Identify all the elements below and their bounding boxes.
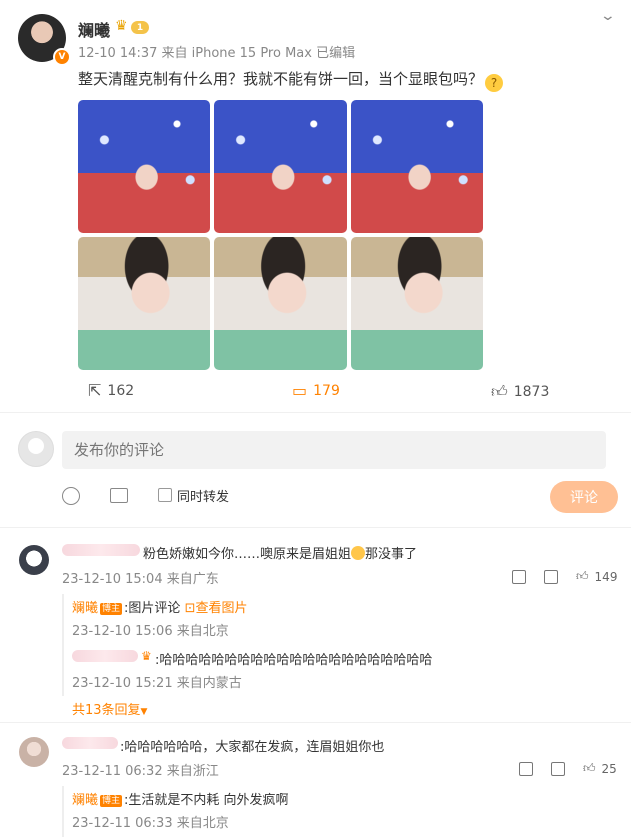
comment-actions: 👍︎ 149 — [512, 569, 617, 584]
comment-icon: ▭ — [292, 381, 308, 400]
commenter-avatar[interactable] — [19, 545, 49, 575]
crown-icon: ♛ — [115, 18, 128, 34]
comment-text: 粉色娇嫩如今你……噢原来是眉姐姐 那没事了 — [143, 543, 417, 562]
like-count: 1873 — [513, 384, 550, 400]
thumbs-up-icon: 👍︎ — [576, 569, 589, 583]
comment-like-count: 149 — [594, 569, 618, 584]
comment-text-tail: 那没事了 — [365, 547, 418, 562]
commenter-name[interactable] — [62, 544, 140, 556]
share-icon: ⇱ — [88, 381, 102, 400]
share-icon[interactable] — [512, 569, 526, 584]
reply-icon[interactable] — [544, 569, 558, 584]
repost-checkbox[interactable] — [158, 488, 172, 502]
repost-button[interactable]: ⇱ 162 — [88, 381, 134, 400]
reply-content: :图片评论 — [124, 601, 181, 616]
comment-text: :哈哈哈哈哈哈，大家都在发疯，连眉姐姐你也 — [120, 740, 385, 755]
reply-text: 斓曦 博主:生活就是不内耗 向外发疯啊 — [72, 789, 289, 808]
commenter-name[interactable] — [62, 737, 118, 749]
post-photo-1[interactable] — [78, 100, 210, 233]
submit-comment-button[interactable]: 评论 — [550, 481, 618, 513]
post-photo-2[interactable] — [214, 100, 347, 233]
reply-content: :生活就是不内耗 向外发疯啊 — [124, 793, 289, 808]
post-meta: 12-10 14:37 来自 iPhone 15 Pro Max 已编辑 — [78, 46, 356, 61]
comment-like-count: 25 — [601, 761, 617, 776]
thinking-emoji-icon: ? — [485, 74, 504, 92]
thumbs-up-icon: 👍︎ — [583, 761, 596, 775]
reply-thread-line — [62, 594, 64, 696]
view-image-link[interactable]: ⊡查看图片 — [185, 601, 248, 616]
more-replies-link[interactable]: 共13条回复▼ — [72, 699, 147, 718]
chevron-down-icon[interactable]: ⌄ — [600, 8, 616, 24]
view-image-label: 查看图片 — [195, 601, 248, 616]
host-badge: 博主 — [100, 603, 123, 615]
repost-count: 162 — [107, 382, 135, 399]
reply-thread-line — [62, 786, 64, 837]
divider — [0, 722, 631, 723]
comment-actions: 👍︎ 25 — [519, 761, 617, 776]
post-photo-3[interactable] — [351, 100, 483, 233]
post-photo-4[interactable] — [78, 237, 210, 370]
post-photo-5[interactable] — [214, 237, 347, 370]
reply-author[interactable]: 斓曦 — [72, 601, 98, 616]
fan-badge-icon: ♛ — [141, 649, 152, 663]
my-avatar — [18, 431, 54, 467]
comment-text-content: 粉色娇嫩如今你……噢原来是眉姐姐 — [143, 547, 352, 562]
emoji-icon[interactable] — [62, 487, 80, 505]
reply-meta: 23-12-10 15:06 来自北京 — [72, 624, 229, 639]
comment-like-button[interactable]: 👍︎ 149 — [576, 569, 617, 584]
reply-meta: 23-12-11 06:33 来自北京 — [72, 816, 229, 831]
reply-content: :哈哈哈哈哈哈哈哈哈哈哈哈哈哈哈哈哈哈哈哈哈 — [155, 653, 433, 668]
divider — [0, 527, 631, 528]
image-icon[interactable] — [110, 488, 128, 503]
comment-button[interactable]: ▭ 179 — [292, 381, 340, 400]
commenter-avatar[interactable] — [19, 737, 49, 767]
like-button[interactable]: 👍︎ 1873 — [491, 382, 549, 402]
post-text: 整天清醒克制有什么用？我就不能有饼一回，当个显眼包吗？? — [78, 68, 504, 92]
share-icon[interactable] — [519, 761, 533, 776]
comment-meta: 23-12-10 15:04 来自广东 — [62, 572, 219, 587]
cat-emoji-icon — [351, 546, 366, 560]
comment-count: 179 — [313, 382, 340, 399]
reply-text: 斓曦 博主:图片评论 ⊡查看图片 — [72, 597, 247, 616]
level-badge: 1 — [131, 21, 149, 34]
thumbs-up-icon: 👍︎ — [491, 382, 508, 401]
verified-badge-icon: V — [53, 48, 71, 66]
comment-like-button[interactable]: 👍︎ 25 — [583, 761, 617, 776]
post-photo-6[interactable] — [351, 237, 483, 370]
caret-down-icon: ▼ — [140, 707, 148, 717]
more-replies-label: 共13条回复 — [72, 703, 141, 718]
reply-icon[interactable] — [551, 761, 565, 776]
comment-meta: 23-12-11 06:32 来自浙江 — [62, 764, 219, 779]
reply-author[interactable]: 斓曦 — [72, 793, 98, 808]
host-badge: 博主 — [100, 795, 123, 807]
author-name[interactable]: 斓曦 — [78, 17, 110, 41]
post-text-content: 整天清醒克制有什么用？我就不能有饼一回，当个显眼包吗？ — [78, 70, 484, 88]
reply-meta: 23-12-10 15:21 来自内蒙古 — [72, 676, 242, 691]
repost-label: 同时转发 — [177, 490, 230, 505]
reply-author-name[interactable] — [72, 650, 138, 662]
comment-input[interactable] — [62, 431, 606, 469]
divider — [0, 412, 631, 413]
